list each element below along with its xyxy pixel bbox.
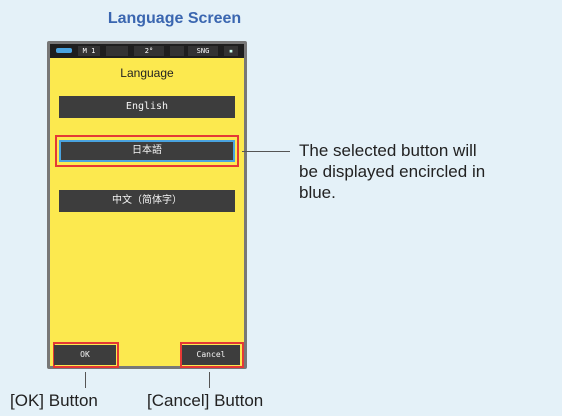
battery-icon <box>56 48 72 53</box>
selected-note-line-3: blue. <box>299 183 336 202</box>
card-icon: ▪ <box>224 46 238 56</box>
angle-indicator: 2° <box>134 46 164 56</box>
selected-note: The selected button will be displayed en… <box>299 140 561 203</box>
ok-button[interactable]: OK <box>54 345 116 365</box>
ok-caption: [OK] Button <box>10 391 98 410</box>
mode-indicator: M 1 <box>78 46 100 56</box>
cancel-callout-line <box>209 372 210 388</box>
language-screen: M 1 2° SNG ▪ Language English 日本語 中文（简体字… <box>50 44 244 368</box>
status-bar: M 1 2° SNG ▪ <box>50 44 244 58</box>
language-button-english[interactable]: English <box>59 96 235 118</box>
selected-note-line-2: be displayed encircled in <box>299 162 486 181</box>
language-button-japanese[interactable]: 日本語 <box>59 140 235 162</box>
screen-title: Language <box>120 66 174 80</box>
sng-indicator: SNG <box>188 46 218 56</box>
page-heading: Language Screen <box>107 10 242 27</box>
selected-note-line-1: The selected button will <box>299 141 477 160</box>
status-blank <box>106 46 128 56</box>
device-frame: M 1 2° SNG ▪ Language English 日本語 中文（简体字… <box>47 41 247 369</box>
status-blank-2 <box>170 46 184 56</box>
cancel-caption: [Cancel] Button <box>147 391 264 410</box>
ok-callout-line <box>85 372 86 388</box>
cancel-button[interactable]: Cancel <box>182 345 240 365</box>
selected-callout-line <box>242 151 290 152</box>
language-button-chinese[interactable]: 中文（简体字） <box>59 190 235 212</box>
